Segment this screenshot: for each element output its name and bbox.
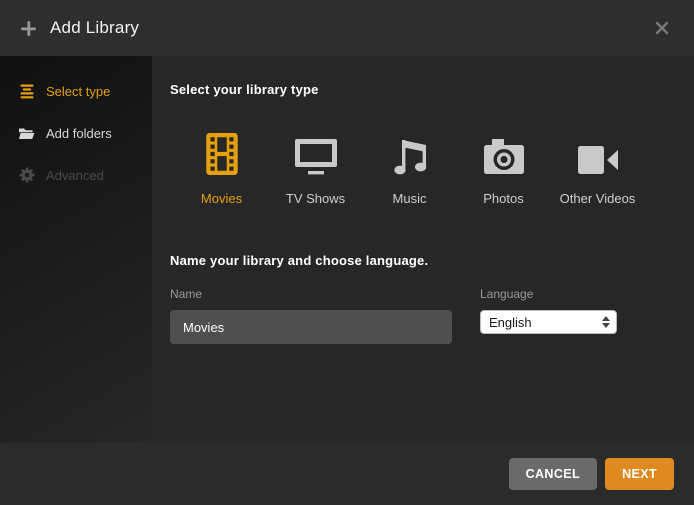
type-option-movies[interactable]: Movies bbox=[181, 130, 262, 206]
music-note-icon bbox=[369, 130, 450, 176]
video-camera-icon bbox=[557, 130, 638, 176]
type-label: Music bbox=[369, 191, 450, 206]
film-icon bbox=[181, 130, 262, 176]
dialog-footer: CANCEL NEXT bbox=[0, 443, 694, 505]
language-select[interactable]: English bbox=[480, 310, 617, 334]
type-label: Photos bbox=[463, 191, 544, 206]
dialog-body: Select type Add folders bbox=[0, 56, 694, 443]
type-option-photos[interactable]: Photos bbox=[463, 130, 544, 206]
name-language-form: Name Language English bbox=[170, 287, 670, 344]
type-label: Movies bbox=[181, 191, 262, 206]
next-button[interactable]: NEXT bbox=[605, 458, 674, 490]
type-label: Other Videos bbox=[557, 191, 638, 206]
add-library-dialog: Add Library Select type bbox=[0, 0, 694, 505]
tv-icon bbox=[275, 130, 356, 176]
plus-icon bbox=[20, 20, 37, 37]
sidebar-item-label: Advanced bbox=[46, 168, 104, 183]
dialog-header: Add Library bbox=[0, 0, 694, 56]
wizard-steps-sidebar: Select type Add folders bbox=[0, 56, 152, 443]
cancel-button[interactable]: CANCEL bbox=[509, 458, 597, 490]
type-section-heading: Select your library type bbox=[170, 82, 670, 97]
sidebar-item-label: Add folders bbox=[46, 126, 112, 141]
sidebar-item-add-folders[interactable]: Add folders bbox=[0, 112, 152, 154]
folder-icon bbox=[18, 125, 35, 142]
name-section-heading: Name your library and choose language. bbox=[170, 253, 670, 268]
close-icon bbox=[655, 21, 669, 35]
type-label: TV Shows bbox=[275, 191, 356, 206]
close-button[interactable] bbox=[652, 18, 672, 38]
sidebar-item-label: Select type bbox=[46, 84, 110, 99]
name-field-label: Name bbox=[170, 287, 452, 301]
list-lines-icon bbox=[18, 83, 35, 100]
language-field-group: Language English bbox=[480, 287, 617, 344]
language-field-label: Language bbox=[480, 287, 617, 301]
sidebar-item-advanced[interactable]: Advanced bbox=[0, 154, 152, 196]
dialog-title: Add Library bbox=[50, 18, 139, 38]
type-option-tv-shows[interactable]: TV Shows bbox=[275, 130, 356, 206]
sidebar-item-select-type[interactable]: Select type bbox=[0, 70, 152, 112]
library-type-row: Movies TV Shows bbox=[181, 130, 670, 206]
name-field-group: Name bbox=[170, 287, 452, 344]
library-name-input[interactable] bbox=[170, 310, 452, 344]
gear-icon bbox=[18, 167, 35, 184]
type-option-music[interactable]: Music bbox=[369, 130, 450, 206]
type-option-other-videos[interactable]: Other Videos bbox=[557, 130, 638, 206]
camera-icon bbox=[463, 130, 544, 176]
main-content: Select your library type bbox=[152, 56, 694, 443]
